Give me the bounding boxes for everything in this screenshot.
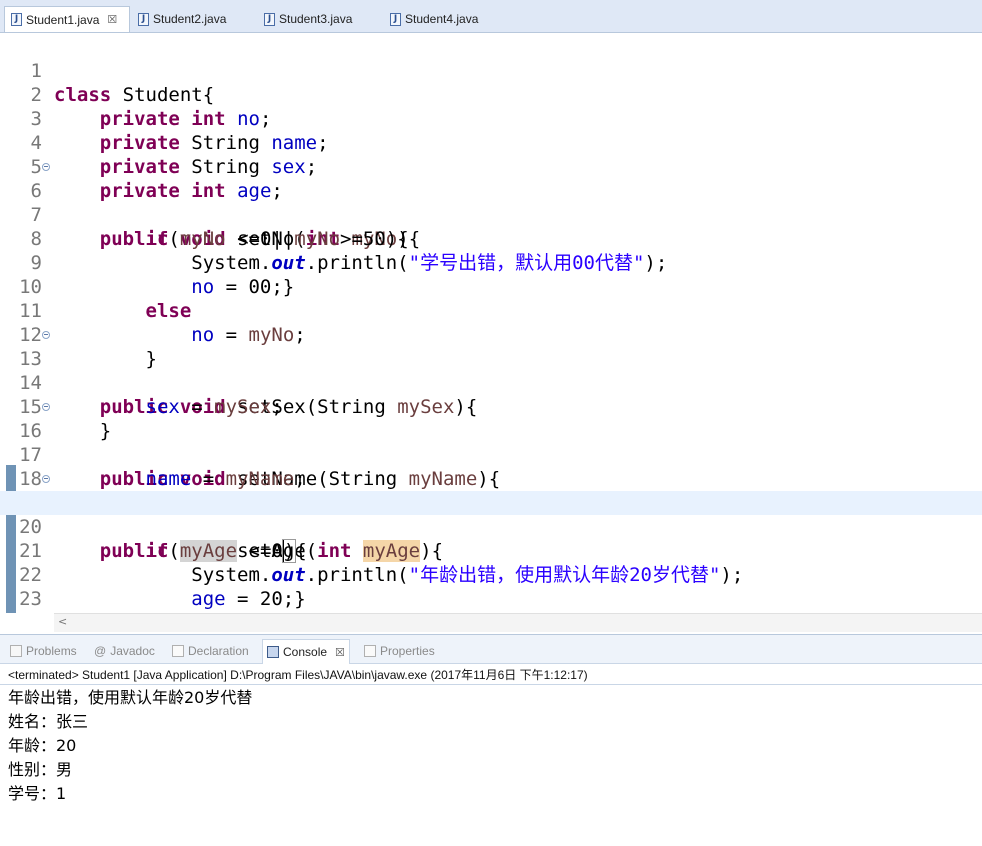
- code-line[interactable]: 14 sex = mySex;: [0, 347, 982, 418]
- fold-toggle-icon[interactable]: [42, 331, 50, 339]
- code-line[interactable]: 3 private String name;: [0, 83, 982, 154]
- code-line[interactable]: 4 private String sex;: [0, 107, 982, 178]
- line-number: 24: [0, 611, 42, 613]
- properties-icon: [364, 645, 376, 657]
- bottom-views-panel: Problems @ Javadoc Declaration Console ☒…: [0, 634, 982, 846]
- javadoc-icon: @: [94, 644, 107, 658]
- close-icon[interactable]: ☒: [107, 13, 117, 26]
- code-line[interactable]: 10 else: [0, 251, 982, 322]
- declaration-icon: [172, 645, 184, 657]
- console-status: <terminated> Student1 [Java Application]…: [8, 668, 588, 682]
- tab-properties[interactable]: Properties: [360, 640, 439, 662]
- tab-javadoc[interactable]: @ Javadoc: [90, 640, 159, 662]
- tab-label: Student4.java: [405, 12, 479, 26]
- code-line[interactable]: 7 if(myNo <=0||myNo>=50){: [0, 179, 982, 250]
- code-line[interactable]: 18 }: [0, 443, 982, 514]
- code-line[interactable]: 9 no = 00;}: [0, 227, 982, 298]
- tab-student3-java[interactable]: J Student3.java: [258, 6, 382, 32]
- code-line[interactable]: 6 public void setNo(int myNo){: [0, 155, 982, 250]
- code-line[interactable]: 13 public void setSex(String mySex){: [0, 323, 982, 418]
- code-line[interactable]: 17 name = myName;: [0, 419, 982, 490]
- code-line[interactable]: 23 else: [0, 563, 982, 613]
- fold-toggle-icon[interactable]: [42, 163, 50, 171]
- java-file-icon: J: [264, 12, 275, 26]
- tab-console[interactable]: Console ☒: [262, 639, 350, 664]
- java-file-icon: J: [11, 13, 22, 26]
- tab-declaration[interactable]: Declaration: [168, 640, 253, 662]
- horizontal-scrollbar[interactable]: <: [54, 613, 982, 632]
- code-line[interactable]: 24 age = myAge;: [0, 587, 982, 613]
- code-line[interactable]: 22 age = 20;}: [0, 539, 982, 610]
- view-tab-bar: Problems @ Javadoc Declaration Console ☒…: [0, 635, 982, 664]
- console-output-line: 姓名：张三: [8, 712, 89, 731]
- scroll-left-icon[interactable]: <: [58, 615, 67, 628]
- code-line[interactable]: 11 no = myNo;: [0, 275, 982, 346]
- code-line[interactable]: 8 System.out.println("学号出错，默认用00代替");: [0, 203, 982, 274]
- tab-label: Student1.java: [26, 12, 100, 27]
- java-file-icon: J: [390, 12, 401, 26]
- code-line-current[interactable]: 20 if(myAge <=0){: [0, 491, 982, 563]
- console-icon: [267, 646, 279, 658]
- divider: [0, 684, 982, 685]
- console-output-line: 学号：1: [8, 784, 67, 803]
- tab-label: Student3.java: [279, 12, 353, 26]
- code-editor[interactable]: 1 class Student{ 2 private int no; 3 pri…: [0, 33, 982, 613]
- code-line[interactable]: 15 }: [0, 371, 982, 442]
- code-line[interactable]: 16 public void setName(String myName){: [0, 395, 982, 490]
- console-output-line: 年龄：20: [8, 736, 77, 755]
- console-output-line: 性别：男: [8, 760, 73, 779]
- fold-toggle-icon[interactable]: [42, 403, 50, 411]
- java-file-icon: J: [138, 12, 149, 26]
- code-line[interactable]: 21 System.out.println("年龄出错，使用默认年龄20岁代替"…: [0, 515, 982, 586]
- code-line[interactable]: 12 }: [0, 299, 982, 370]
- console-output-line: 年龄出错，使用默认年龄20岁代替: [8, 688, 253, 707]
- code-line[interactable]: 19 public void setAge(int myAge){: [0, 467, 982, 562]
- problems-icon: [10, 645, 22, 657]
- tab-problems[interactable]: Problems: [6, 640, 81, 662]
- tab-label: Student2.java: [153, 12, 227, 26]
- close-icon[interactable]: ☒: [335, 646, 345, 659]
- code-line[interactable]: 1 class Student{: [0, 35, 982, 106]
- tab-student4-java[interactable]: J Student4.java: [384, 6, 508, 32]
- tab-student2-java[interactable]: J Student2.java: [132, 6, 256, 32]
- code-line[interactable]: 5 private int age;: [0, 131, 982, 202]
- code-line[interactable]: 2 private int no;: [0, 59, 982, 130]
- tab-student1-java[interactable]: J Student1.java ☒: [4, 6, 130, 32]
- editor-tab-bar: J Student1.java ☒ J Student2.java J Stud…: [0, 0, 982, 33]
- fold-toggle-icon[interactable]: [42, 475, 50, 483]
